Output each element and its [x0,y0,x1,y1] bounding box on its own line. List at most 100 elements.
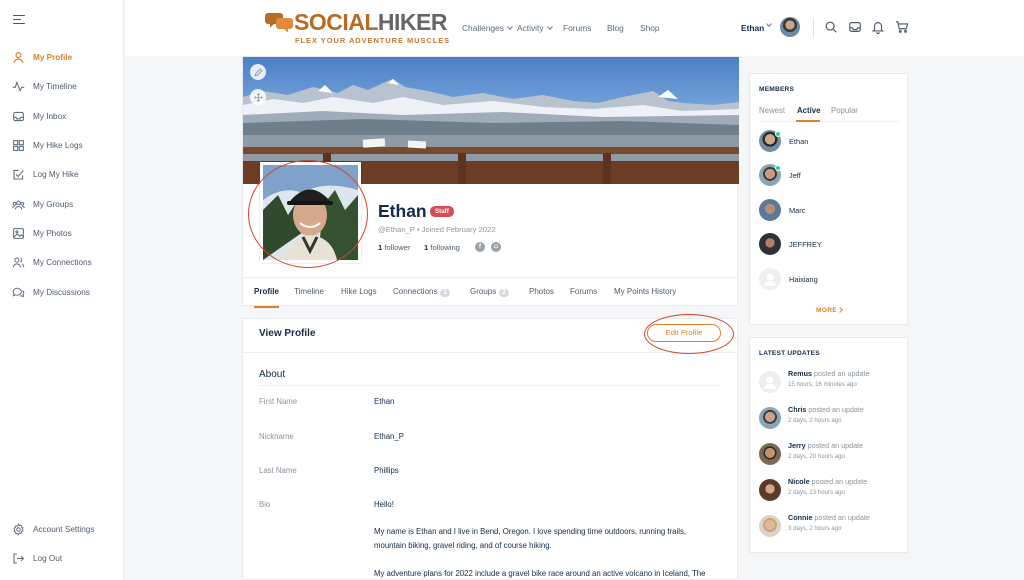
field-value-last-name: Phillips [374,466,399,475]
followers-count[interactable]: 1 follower [378,243,411,252]
avatar [759,479,781,501]
nav-shop[interactable]: Shop [640,23,660,33]
tab-photos[interactable]: Photos [529,287,554,296]
sidebar-item-label: My Photos [33,228,72,238]
sidebar-item-log-out[interactable]: Log Out [0,548,124,568]
update-author[interactable]: Chris [788,405,806,414]
update-row[interactable]: Connie posted an update 3 days, 2 hours … [759,513,904,539]
active-tab-indicator [254,306,279,308]
tab-profile[interactable]: Profile [254,287,279,296]
member-row[interactable]: JEFFREY [759,233,899,255]
field-label-nickname: Nickname [259,432,294,441]
following-count[interactable]: 1 following [424,243,460,252]
annotation-circle-edit [644,314,734,354]
update-text: Chris posted an update [788,405,864,414]
nav-activity[interactable]: Activity [517,23,553,33]
nav-label: Challenges [462,23,504,33]
member-row[interactable]: Jeff [759,164,899,186]
sidebar-item-my-discussions[interactable]: My Discussions [0,282,124,302]
move-icon [253,92,263,102]
tab-connections[interactable]: Connections 1 [393,287,450,297]
edit-cover-button[interactable] [250,64,266,80]
sidebar-item-label: My Groups [33,199,74,209]
header-avatar[interactable] [780,17,800,37]
tab-timeline[interactable]: Timeline [294,287,324,296]
facebook-icon[interactable]: f [475,242,485,252]
member-name: Marc [789,206,806,215]
grid-icon [13,139,24,151]
bell-icon[interactable] [871,20,885,34]
sidebar-item-label: Account Settings [33,524,95,534]
tab-hike-logs[interactable]: Hike Logs [341,287,377,296]
update-author[interactable]: Connie [788,513,812,522]
inbox-icon[interactable] [848,20,862,34]
nav-label: Forums [563,23,592,33]
update-row[interactable]: Remus posted an update 15 hours, 16 minu… [759,369,904,395]
bio-paragraph: My name is Ethan and I live in Bend, Ore… [374,527,687,550]
sidebar-item-label: My Timeline [33,81,77,91]
following-number: 1 [424,243,429,252]
site-logo[interactable]: SOCIALHIKER FLEX YOUR ADVENTURE MUSCLES [265,9,449,47]
about-heading: About [259,369,286,380]
update-author[interactable]: Jerry [788,441,806,450]
chevron-right-icon[interactable] [837,307,843,313]
sidebar-item-my-photos[interactable]: My Photos [0,223,124,243]
tab-active[interactable]: Active [797,106,820,115]
sidebar-item-my-connections[interactable]: My Connections [0,252,124,272]
followers-number: 1 [378,243,383,252]
sidebar-item-my-inbox[interactable]: My Inbox [0,106,124,126]
view-profile-title: View Profile [259,328,316,339]
user-icon [13,51,24,63]
sidebar-item-log-my-hike[interactable]: Log My Hike [0,164,124,184]
sidebar-item-my-timeline[interactable]: My Timeline [0,76,124,96]
sidebar-item-my-groups[interactable]: My Groups [0,194,124,214]
staff-badge: Staff [430,206,454,217]
update-row[interactable]: Jerry posted an update 2 days, 20 hours … [759,441,904,467]
tab-forums[interactable]: Forums [570,287,597,296]
sidebar-item-my-profile[interactable]: My Profile [0,47,124,67]
update-row[interactable]: Nicole posted an update 2 days, 23 hours… [759,477,904,503]
image-icon [13,227,24,239]
search-icon[interactable] [824,20,838,34]
member-row[interactable]: Haixiang [759,268,899,290]
header-user-name[interactable]: Ethan [741,23,764,33]
inbox-icon [13,111,24,121]
avatar [759,268,781,290]
tab-groups[interactable]: Groups 2 [470,287,509,297]
nav-challenges[interactable]: Challenges [462,23,513,33]
avatar [759,371,781,393]
tab-my-points-history[interactable]: My Points History [614,287,676,296]
member-row[interactable]: Marc [759,199,899,221]
member-row[interactable]: Ethan [759,130,899,152]
avatar [759,233,781,255]
tab-newest[interactable]: Newest [759,106,785,115]
widget-title: LATEST UPDATES [759,350,820,357]
tab-popular[interactable]: Popular [831,106,858,115]
nav-forums[interactable]: Forums [563,23,591,33]
field-label-first-name: First Name [259,397,298,406]
update-row[interactable]: Chris posted an update 2 days, 2 hours a… [759,405,904,431]
sidebar-item-my-hike-logs[interactable]: My Hike Logs [0,135,124,155]
update-author[interactable]: Remus [788,369,812,378]
nav-blog[interactable]: Blog [607,23,624,33]
divider [759,121,900,122]
sidebar-item-account-settings[interactable]: Account Settings [0,519,124,539]
divider [259,385,721,386]
members-widget: MEMBERS Newest Active Popular Ethan Jeff… [749,73,908,325]
menu-toggle-icon[interactable] [13,15,25,25]
cart-icon[interactable] [895,20,909,34]
sidebar-item-label: My Connections [33,257,92,267]
groups-icon [12,200,25,209]
more-members-link[interactable]: MORE [816,307,837,314]
avatar [759,407,781,429]
logo-accent-text: HIKER [377,9,448,35]
update-time: 3 days, 2 hours ago [788,525,842,532]
reposition-cover-button[interactable] [250,89,266,105]
chevron-down-icon[interactable] [766,21,772,27]
update-author[interactable]: Nicole [788,477,810,486]
update-text: Nicole posted an update [788,477,867,486]
avatar [759,199,781,221]
view-profile-card: View Profile Edit Profile About First Na… [242,318,738,580]
instagram-icon[interactable]: ◘ [491,242,501,252]
field-label-last-name: Last Name [259,466,297,475]
